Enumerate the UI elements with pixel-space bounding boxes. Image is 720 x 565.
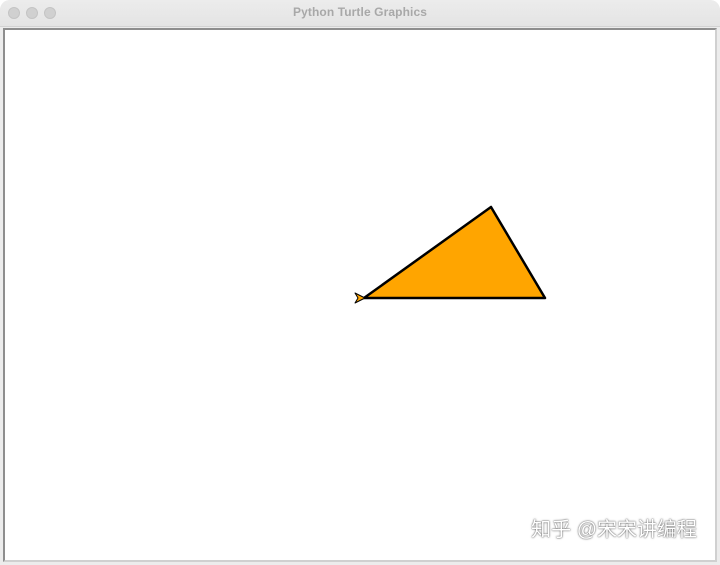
turtle-canvas-frame: 知乎 @宋宋讲编程	[3, 28, 717, 562]
title-bar[interactable]: Python Turtle Graphics	[0, 0, 720, 27]
turtle-window: Python Turtle Graphics 知乎 @宋宋讲编程	[0, 0, 720, 565]
watermark: 知乎 @宋宋讲编程	[531, 519, 697, 541]
turtle-arrow-icon	[354, 292, 366, 304]
orange-triangle	[362, 205, 547, 300]
turtle-canvas[interactable]	[5, 30, 715, 560]
window-title: Python Turtle Graphics	[293, 5, 427, 19]
